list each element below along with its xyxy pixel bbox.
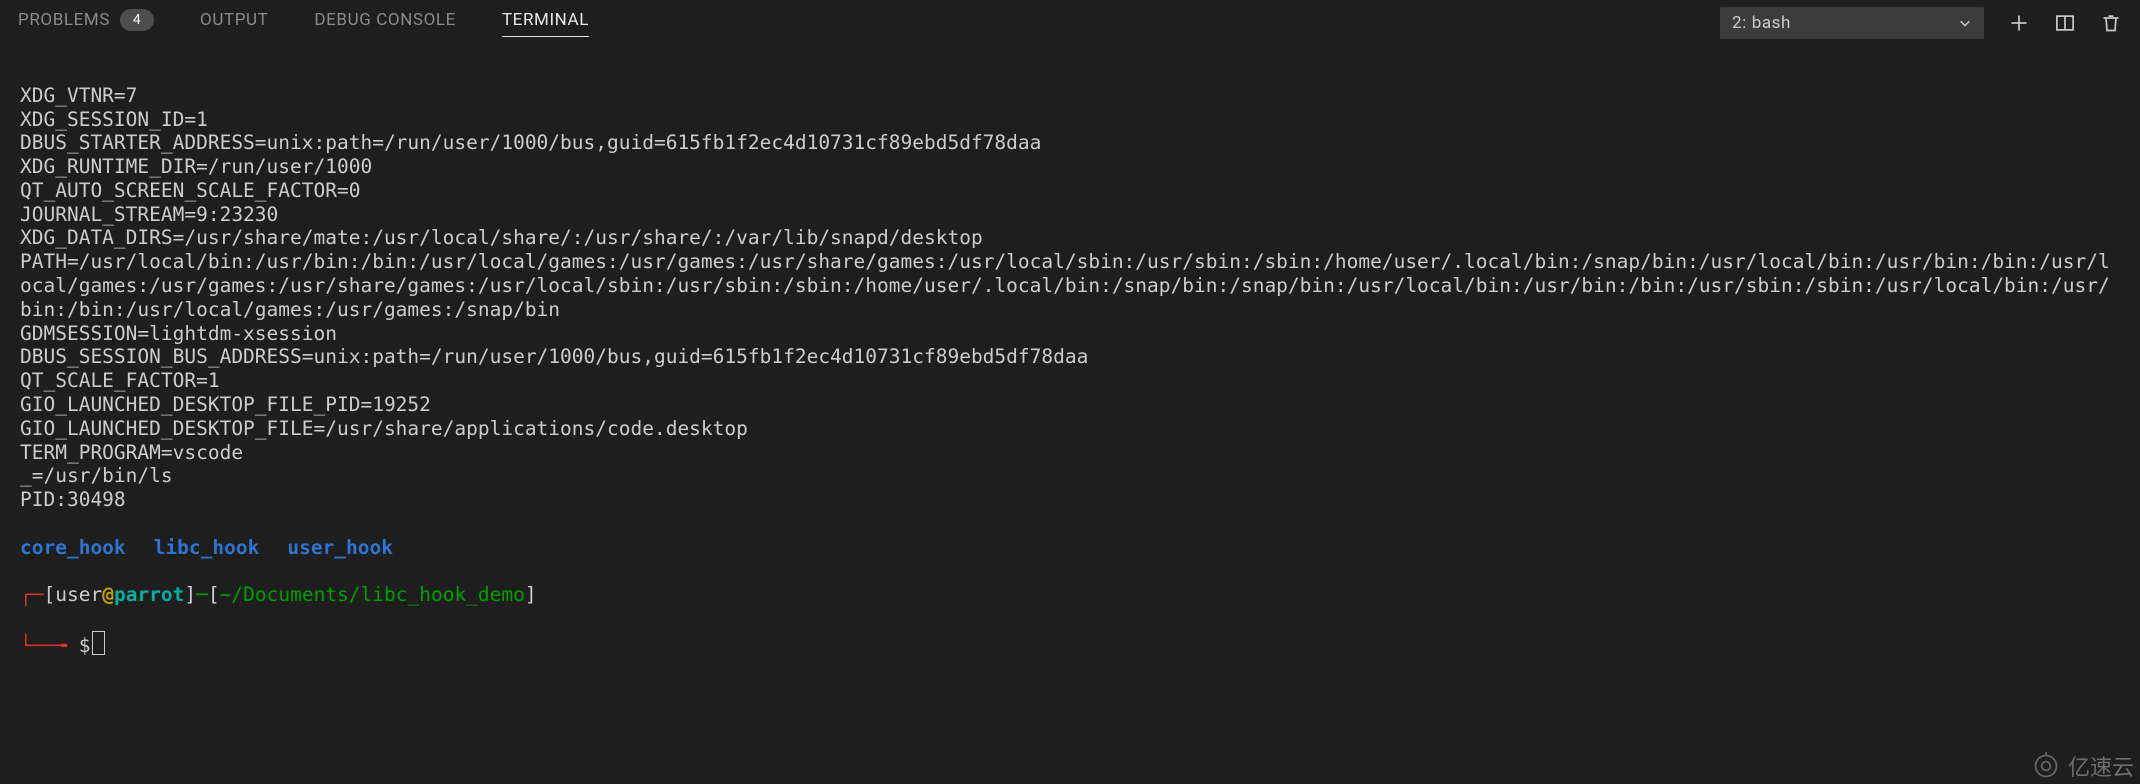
tab-output-label: OUTPUT (200, 10, 268, 30)
tab-output[interactable]: OUTPUT (200, 10, 268, 36)
terminal-env-line: GIO_LAUNCHED_DESKTOP_FILE_PID=19252 (20, 393, 2120, 417)
terminal-env-line: PID:30498 (20, 488, 2120, 512)
terminal-right-controls: 2: bash (1720, 7, 2122, 39)
watermark-text: 亿速云 (2068, 750, 2134, 782)
tab-problems-label: PROBLEMS (18, 10, 110, 30)
terminal-env-block: XDG_VTNR=7XDG_SESSION_ID=1DBUS_STARTER_A… (20, 84, 2120, 512)
tab-terminal-label: TERMINAL (502, 10, 589, 30)
terminal-env-line: GDMSESSION=lightdm-xsession (20, 322, 2120, 346)
split-terminal-button[interactable] (2054, 12, 2076, 34)
terminal-env-line: XDG_RUNTIME_DIR=/run/user/1000 (20, 155, 2120, 179)
terminal-env-line: TERM_PROGRAM=vscode (20, 441, 2120, 465)
terminal-env-line: QT_AUTO_SCREEN_SCALE_FACTOR=0 (20, 179, 2120, 203)
terminal-env-line: QT_SCALE_FACTOR=1 (20, 369, 2120, 393)
watermark: 亿速云 (2032, 750, 2134, 782)
terminal-dir-list: core_hook libc_hook user_hook (20, 536, 2120, 560)
terminal-output[interactable]: XDG_VTNR=7XDG_SESSION_ID=1DBUS_STARTER_A… (0, 46, 2140, 681)
terminal-prompt-line1: ┌─[user@parrot]─[~/Documents/libc_hook_d… (20, 583, 2120, 607)
terminal-env-line: _=/usr/bin/ls (20, 464, 2120, 488)
terminal-prompt-line2[interactable]: └──╼ $ (20, 631, 2120, 658)
kill-terminal-button[interactable] (2100, 12, 2122, 34)
terminal-env-line: DBUS_SESSION_BUS_ADDRESS=unix:path=/run/… (20, 345, 2120, 369)
panel-tab-bar: PROBLEMS 4 OUTPUT DEBUG CONSOLE TERMINAL… (0, 0, 2140, 46)
tab-debug-console[interactable]: DEBUG CONSOLE (314, 10, 456, 36)
tab-problems[interactable]: PROBLEMS 4 (18, 9, 154, 37)
tab-terminal[interactable]: TERMINAL (502, 10, 589, 37)
terminal-env-line: XDG_DATA_DIRS=/usr/share/mate:/usr/local… (20, 226, 2120, 250)
terminal-env-line: JOURNAL_STREAM=9:23230 (20, 203, 2120, 227)
terminal-env-line: XDG_SESSION_ID=1 (20, 108, 2120, 132)
terminal-env-line: PATH=/usr/local/bin:/usr/bin:/bin:/usr/l… (20, 250, 2120, 321)
terminal-selector-value: 2: bash (1732, 13, 1791, 33)
terminal-env-line: XDG_VTNR=7 (20, 84, 2120, 108)
new-terminal-button[interactable] (2008, 12, 2030, 34)
tab-debug-console-label: DEBUG CONSOLE (314, 10, 456, 30)
terminal-selector[interactable]: 2: bash (1720, 7, 1984, 39)
terminal-env-line: GIO_LAUNCHED_DESKTOP_FILE=/usr/share/app… (20, 417, 2120, 441)
terminal-env-line: DBUS_STARTER_ADDRESS=unix:path=/run/user… (20, 131, 2120, 155)
terminal-dir-entry: libc_hook (154, 536, 260, 559)
terminal-dir-entry: core_hook (20, 536, 126, 559)
problems-badge: 4 (120, 9, 154, 31)
terminal-dir-entry: user_hook (287, 536, 393, 559)
chevron-down-icon (1958, 16, 1972, 30)
terminal-cursor (92, 631, 105, 655)
